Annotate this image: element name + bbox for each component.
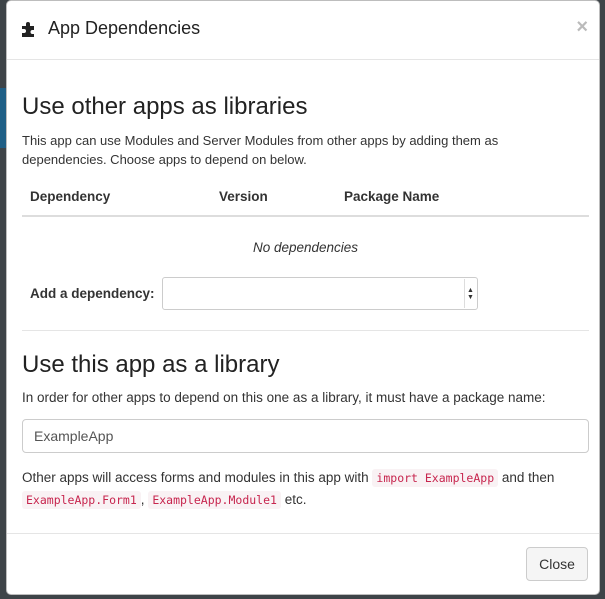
access-prefix: Other apps will access forms and modules… <box>22 470 369 485</box>
add-dependency-select[interactable]: ▲ ▼ <box>162 277 478 310</box>
column-header-version: Version <box>219 189 268 204</box>
select-arrows-icon: ▲ ▼ <box>464 279 476 308</box>
package-name-note: In order for other apps to depend on thi… <box>22 390 546 405</box>
modal-title: App Dependencies <box>20 18 200 39</box>
empty-dependencies-message: No dependencies <box>252 240 359 255</box>
access-suffix: etc. <box>284 492 307 507</box>
access-comma: , <box>140 492 145 507</box>
close-button[interactable]: Close <box>526 547 588 581</box>
libraries-intro: This app can use Modules and Server Modu… <box>22 133 499 167</box>
close-icon[interactable]: × <box>576 16 588 39</box>
footer-divider <box>7 533 599 534</box>
access-middle: and then <box>501 470 555 485</box>
package-name-input[interactable] <box>22 419 589 453</box>
libraries-heading: Use other apps as libraries <box>22 93 308 120</box>
modal-header: App Dependencies × <box>7 1 599 60</box>
modal-title-text: App Dependencies <box>48 18 201 38</box>
import-code: import ExampleApp <box>372 469 499 487</box>
form-code: ExampleApp.Form1 <box>22 491 141 509</box>
table-header: Dependency Version Package Name <box>22 181 589 217</box>
library-heading: Use this app as a library <box>22 351 280 378</box>
module-code: ExampleApp.Module1 <box>148 491 281 509</box>
puzzle-icon <box>22 21 34 37</box>
app-dependencies-modal: App Dependencies × Use other apps as lib… <box>6 0 600 595</box>
access-description: Other apps will access forms and modules… <box>22 467 594 511</box>
column-header-package-name: Package Name <box>344 189 440 204</box>
section-divider <box>22 330 589 331</box>
add-dependency-label: Add a dependency: <box>30 286 155 301</box>
dependencies-table: Dependency Version Package Name <box>22 181 589 217</box>
column-header-dependency: Dependency <box>30 189 111 204</box>
